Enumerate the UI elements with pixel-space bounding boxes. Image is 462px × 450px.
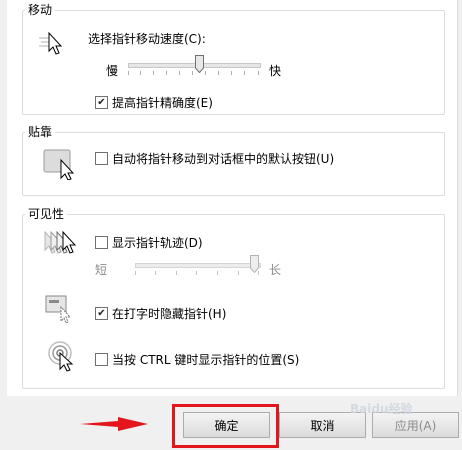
- pointer-options-panel: 移动 选择指针移动速度(C): 慢 快 ✔ 提高指针精确度(E) 贴靠 自动将指…: [7, 0, 458, 396]
- show-location-ctrl-checkbox[interactable]: 当按 CTRL 键时显示指针的位置(S): [95, 351, 299, 368]
- hide-checkbox-box[interactable]: ✔: [95, 307, 108, 320]
- enhance-precision-checkbox[interactable]: ✔ 提高指针精确度(E): [95, 94, 213, 111]
- baidu-watermark: Baidu经验: [350, 402, 413, 416]
- precision-label: 提高指针精确度(E): [112, 96, 213, 110]
- trails-checkbox-box[interactable]: [95, 236, 108, 249]
- trails-label: 显示指针轨迹(D): [112, 236, 203, 250]
- speed-slider-ticks: [128, 71, 259, 75]
- fast-label: 快: [269, 64, 282, 78]
- motion-group-label: 移动: [25, 3, 56, 17]
- mouse-properties-dialog: 移动 选择指针移动速度(C): 慢 快 ✔ 提高指针精确度(E) 贴靠 自动将指…: [0, 0, 462, 450]
- ctrl-checkbox-box[interactable]: [95, 353, 108, 366]
- pointer-speed-icon: [39, 31, 63, 55]
- speed-label: 选择指针移动速度(C):: [88, 32, 206, 46]
- snap-checkbox-box[interactable]: [95, 152, 108, 165]
- long-label: 长: [269, 263, 282, 277]
- show-location-icon: [48, 341, 74, 372]
- slow-label: 慢: [106, 64, 119, 78]
- ok-button-highlight: [172, 404, 279, 448]
- pointer-trails-icon: [44, 230, 77, 254]
- speed-slider-thumb[interactable]: [195, 55, 204, 73]
- hide-label: 在打字时隐藏指针(H): [112, 307, 227, 321]
- visibility-group-label: 可见性: [25, 207, 68, 221]
- trail-slider-track: [135, 263, 261, 268]
- trail-slider-ticks: [135, 271, 259, 275]
- hide-while-typing-icon: [45, 295, 72, 324]
- precision-checkbox-box[interactable]: ✔: [95, 96, 108, 109]
- snap-to-default-checkbox[interactable]: 自动将指针移动到对话框中的默认按钮(U): [95, 150, 334, 167]
- ctrl-label: 当按 CTRL 键时显示指针的位置(S): [112, 353, 300, 367]
- snap-to-button-icon: [43, 149, 75, 180]
- snap-label: 自动将指针移动到对话框中的默认按钮(U): [112, 152, 335, 166]
- speed-label-row: 选择指针移动速度(C):: [88, 30, 206, 47]
- snap-group-label: 贴靠: [25, 125, 56, 139]
- pointer-trails-checkbox[interactable]: 显示指针轨迹(D): [95, 234, 203, 251]
- trail-length-slider[interactable]: [135, 255, 261, 277]
- trail-slider-thumb[interactable]: [250, 255, 259, 273]
- pointer-speed-slider[interactable]: [128, 55, 261, 77]
- hide-while-typing-checkbox[interactable]: ✔ 在打字时隐藏指针(H): [95, 305, 226, 322]
- short-label: 短: [95, 263, 108, 277]
- annotation-arrow-icon: [80, 417, 148, 431]
